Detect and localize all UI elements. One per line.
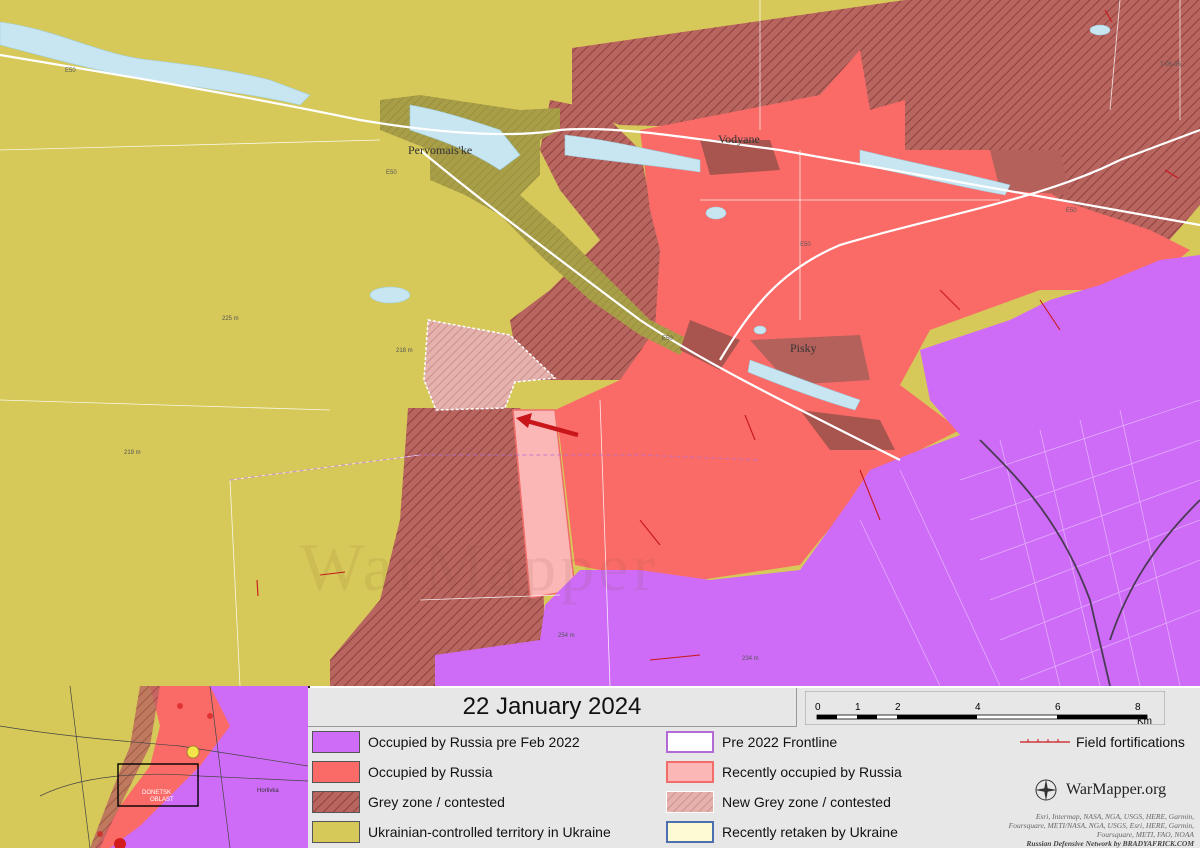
inset-town-label: Horlivka [257,788,279,794]
elevation-label: 225 m [222,316,239,322]
credits-line: Russian Defensive Network by BRADYAFRICK… [1026,839,1194,848]
place-label-pervomaiske: Pervomais'ke [408,143,472,157]
legend-swatch [666,761,714,783]
legend-swatch [312,791,360,813]
legend-item-occupied-pre-2022: Occupied by Russia pre Feb 2022 [312,731,580,753]
legend-item-recently-occupied: Recently occupied by Russia [666,761,902,783]
road-label: E50 [662,336,673,342]
legend-item-retaken-by-ukraine: Recently retaken by Ukraine [666,821,898,843]
legend-item-ukraine-controlled: Ukrainian-controlled territory in Ukrain… [312,821,611,843]
legend-swatch [312,821,360,843]
scale-tick: 1 [855,702,861,713]
inset-region-label: DONETSK [142,790,171,796]
legend-item-grey-zone: Grey zone / contested [312,791,505,813]
scale-tick: 2 [895,702,901,713]
elevation-label: 219 m [124,450,141,456]
legend-panel: 22 January 2024 0 1 2 4 6 8 Km Occupied … [308,688,1200,848]
main-map: WarMapper Pervomais'ke Vodyane Pisky E50… [0,0,1200,686]
legend-label: New Grey zone / contested [722,794,891,810]
place-label-vodyane: Vodyane [718,132,760,146]
scale-bar: 0 1 2 4 6 8 Km [805,691,1165,725]
credits-line: Foursquare, METI/NASA, NGA, USGS, Esri, … [1008,821,1194,839]
legend-item-occupied: Occupied by Russia [312,761,493,783]
road-label: E50 [800,242,811,248]
scale-tick: 8 [1135,702,1141,713]
legend-swatch [312,761,360,783]
road-label: E50 [65,68,76,74]
elevation-label: 234 m [742,656,759,662]
fortification-line-icon [1020,739,1070,743]
legend-swatch [312,731,360,753]
road-label: T-05-05 [1160,62,1181,68]
legend-label: Occupied by Russia [368,764,493,780]
road-label: E50 [1066,208,1077,214]
legend-item-field-fortifications: Field fortifications [1020,734,1185,750]
compass-logo-icon [1035,779,1057,801]
watermark-text: WarMapper [300,529,659,605]
scale-unit: Km [1137,716,1152,725]
inset-region-label: OBLAST [150,797,174,803]
legend-label: Recently retaken by Ukraine [722,824,898,840]
legend-swatch [666,821,714,843]
scale-tick: 6 [1055,702,1061,713]
credits-line: Esri, Intermap, NASA, NGA, USGS, HERE, G… [1035,812,1194,821]
scale-tick: 4 [975,702,981,713]
legend-item-new-grey-zone: New Grey zone / contested [666,791,891,813]
road-label: E50 [386,170,397,176]
legend-item-pre-2022-frontline: Pre 2022 Frontline [666,731,837,753]
legend-label: Recently occupied by Russia [722,764,902,780]
inset-map: DONETSK OBLAST Horlivka [0,686,310,848]
map-credits: Esri, Intermap, NASA, NGA, USGS, HERE, G… [976,812,1194,848]
brand: WarMapper.org [1034,778,1166,802]
map-date-title: 22 January 2024 [308,688,797,727]
scale-tick: 0 [815,702,821,713]
legend-swatch [666,791,714,813]
place-label-pisky: Pisky [790,341,817,355]
map-figure: WarMapper Pervomais'ke Vodyane Pisky E50… [0,0,1200,848]
elevation-label: 218 m [396,348,413,354]
legend-label: Pre 2022 Frontline [722,734,838,750]
legend-label: Field fortifications [1076,734,1185,750]
legend-label: Occupied by Russia pre Feb 2022 [368,734,580,750]
legend-swatch [666,731,714,753]
brand-name: WarMapper.org [1066,781,1167,798]
legend-label: Ukrainian-controlled territory in Ukrain… [368,824,611,840]
elevation-label: 254 m [558,633,575,639]
legend-label: Grey zone / contested [368,794,505,810]
